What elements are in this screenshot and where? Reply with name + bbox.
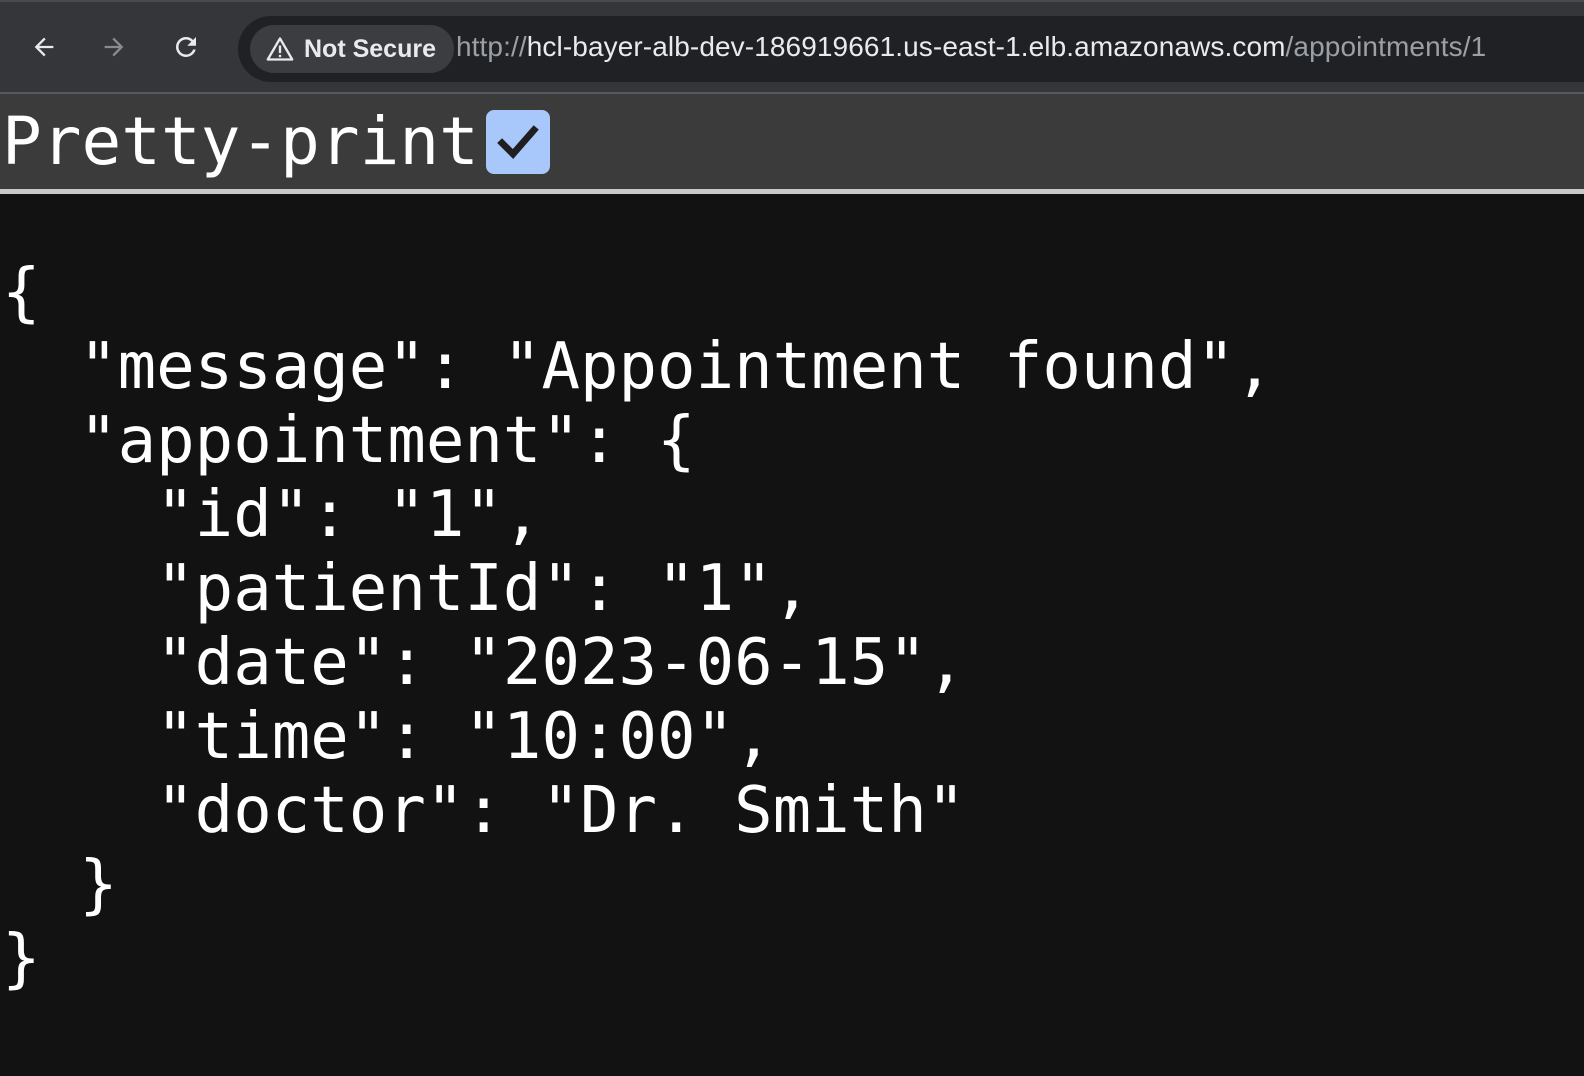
back-button[interactable] <box>21 24 67 70</box>
reload-icon <box>176 37 196 57</box>
json-line: { <box>2 256 41 330</box>
json-line: "date": "2023-06-15", <box>2 626 966 700</box>
browser-toolbar: Not Secure http://hcl-bayer-alb-dev-1869… <box>0 0 1584 94</box>
json-line: "patientId": "1", <box>2 552 812 626</box>
json-line: "doctor": "Dr. Smith" <box>2 774 966 848</box>
url-host: hcl-bayer-alb-dev-186919661.us-east-1.el… <box>526 31 1286 62</box>
url-scheme: http:// <box>456 31 527 62</box>
forward-button[interactable] <box>91 24 137 70</box>
json-line: "id": "1", <box>2 478 542 552</box>
pretty-print-label[interactable]: Pretty-print <box>2 102 479 182</box>
pretty-print-checkbox[interactable] <box>486 110 550 174</box>
pretty-print-bar: Pretty-print <box>0 94 1584 194</box>
security-indicator[interactable]: Not Secure <box>250 25 454 73</box>
json-viewer: { "message": "Appointment found", "appoi… <box>2 256 1274 996</box>
json-line: "time": "10:00", <box>2 700 773 774</box>
security-label: Not Secure <box>304 34 436 63</box>
forward-arrow-icon <box>104 37 124 57</box>
checkmark-icon <box>497 125 539 159</box>
reload-button[interactable] <box>163 24 209 70</box>
json-line: } <box>2 922 41 996</box>
warning-triangle-icon <box>266 37 294 61</box>
url-path: /appointments/1 <box>1285 31 1487 62</box>
json-line: "message": "Appointment found", <box>2 330 1274 404</box>
url-text[interactable]: http://hcl-bayer-alb-dev-186919661.us-ea… <box>456 31 1486 63</box>
back-arrow-icon <box>34 37 54 57</box>
address-bar[interactable]: Not Secure http://hcl-bayer-alb-dev-1869… <box>238 16 1584 82</box>
json-line: "appointment": { <box>2 404 696 478</box>
json-line: } <box>2 848 118 922</box>
